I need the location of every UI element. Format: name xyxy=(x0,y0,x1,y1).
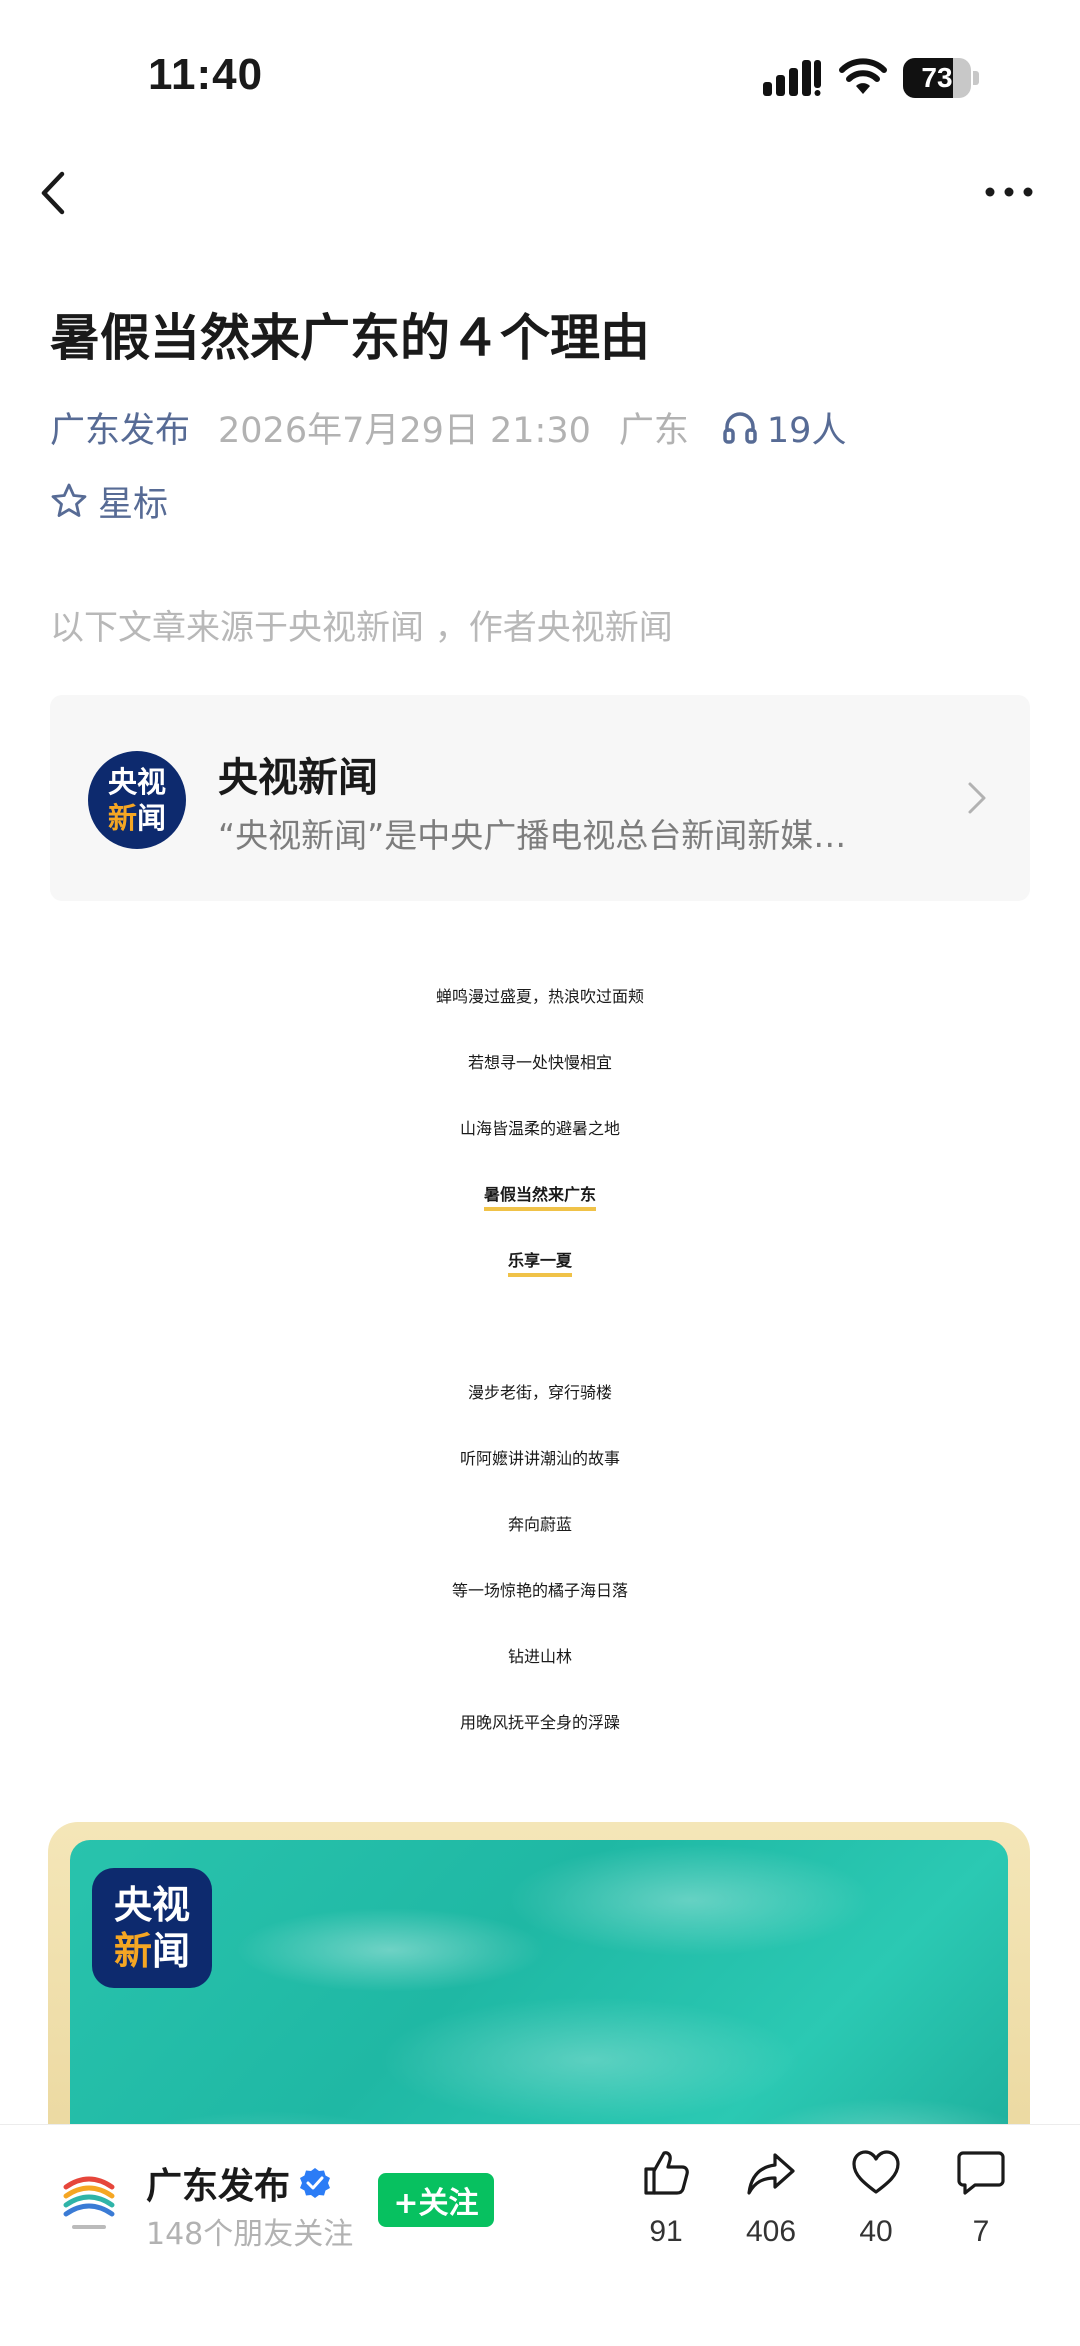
wifi-icon xyxy=(839,58,887,94)
poem-highlight-line: 乐享一夏 xyxy=(0,1236,1080,1286)
like-button[interactable]: 91 xyxy=(611,2147,721,2277)
poem-highlight-line: 暑假当然来广东 xyxy=(0,1170,1080,1220)
star-button[interactable]: 星标 xyxy=(50,476,168,526)
source-note: 以下文章来源于央视新闻 ，作者央视新闻 xyxy=(50,608,673,648)
poem-line: 用晚风抚平全身的浮躁 xyxy=(459,1713,620,1732)
poem-line: 若想寻一处快慢相宜 xyxy=(467,1053,612,1072)
share-count: 406 xyxy=(745,2215,797,2248)
comment-button[interactable]: 7 xyxy=(926,2147,1036,2277)
author-link[interactable]: 广东发布 xyxy=(50,402,190,453)
listen-button[interactable]: 19人 xyxy=(721,402,847,453)
back-icon[interactable] xyxy=(36,168,72,218)
account-name[interactable]: 广东发布 xyxy=(146,2157,332,2209)
follow-button[interactable]: +关注 xyxy=(378,2173,494,2227)
poem-line: 奔向蔚蓝 xyxy=(507,1515,572,1534)
heart-icon xyxy=(852,2150,900,2194)
poem-line: 蝉鸣漫过盛夏，热浪吹过面颊 xyxy=(435,987,644,1006)
poem-line: 等一场惊艳的橘子海日落 xyxy=(451,1581,628,1600)
poem-line: 听阿嬷讲讲潮汕的故事 xyxy=(459,1449,620,1468)
cctv-news-logo: 央视 新闻 xyxy=(92,1868,212,1988)
battery-icon: 73 xyxy=(903,58,979,98)
favorite-button[interactable]: 40 xyxy=(821,2147,931,2277)
publish-location: 广东 xyxy=(618,410,689,451)
share-icon xyxy=(747,2153,795,2195)
star-label: 星标 xyxy=(98,484,169,525)
battery-percent: 73 xyxy=(921,62,953,93)
poem-line: 漫步老街，穿行骑楼 xyxy=(467,1383,612,1402)
more-icon[interactable] xyxy=(984,180,1034,204)
star-icon xyxy=(51,483,87,517)
poem-line: 山海皆温柔的避暑之地 xyxy=(459,1119,620,1138)
source-name: 央视新闻 xyxy=(218,755,378,801)
verified-icon xyxy=(300,2168,331,2198)
headphones-icon xyxy=(723,412,757,444)
favorite-count: 40 xyxy=(859,2215,893,2248)
source-description: “央视新闻”是中央广播电视总台新闻新媒… xyxy=(218,816,847,855)
status-bar: 11:40 73 xyxy=(0,0,1080,150)
poem-line: 钻进山林 xyxy=(507,1647,572,1666)
listener-count: 19人 xyxy=(766,410,847,451)
comment-icon xyxy=(957,2151,1005,2195)
article-title: 暑假当然来广东的４个理由 xyxy=(50,309,650,367)
thumbs-up-icon xyxy=(644,2151,689,2195)
cellular-signal-icon xyxy=(763,60,821,96)
source-avatar: 央视 新闻 xyxy=(88,751,186,849)
article-meta: 广东发布 2026年7月29日 21:30 广东 19人 xyxy=(50,402,846,452)
source-account-card[interactable]: 央视 新闻 央视新闻 “央视新闻”是中央广播电视总台新闻新媒… xyxy=(50,695,1030,901)
like-count: 91 xyxy=(649,2215,683,2248)
share-button[interactable]: 406 xyxy=(716,2147,826,2277)
bottom-action-bar: 广东发布 148个朋友关注 +关注 91 406 40 7 xyxy=(0,2124,1080,2346)
chevron-right-icon xyxy=(968,782,986,814)
follower-count: 148个朋友关注 xyxy=(146,2217,354,2252)
status-time: 11:40 xyxy=(148,50,264,99)
account-logo[interactable] xyxy=(58,2165,120,2235)
publish-date: 2026年7月29日 21:30 xyxy=(218,410,591,451)
comment-count: 7 xyxy=(972,2215,990,2248)
